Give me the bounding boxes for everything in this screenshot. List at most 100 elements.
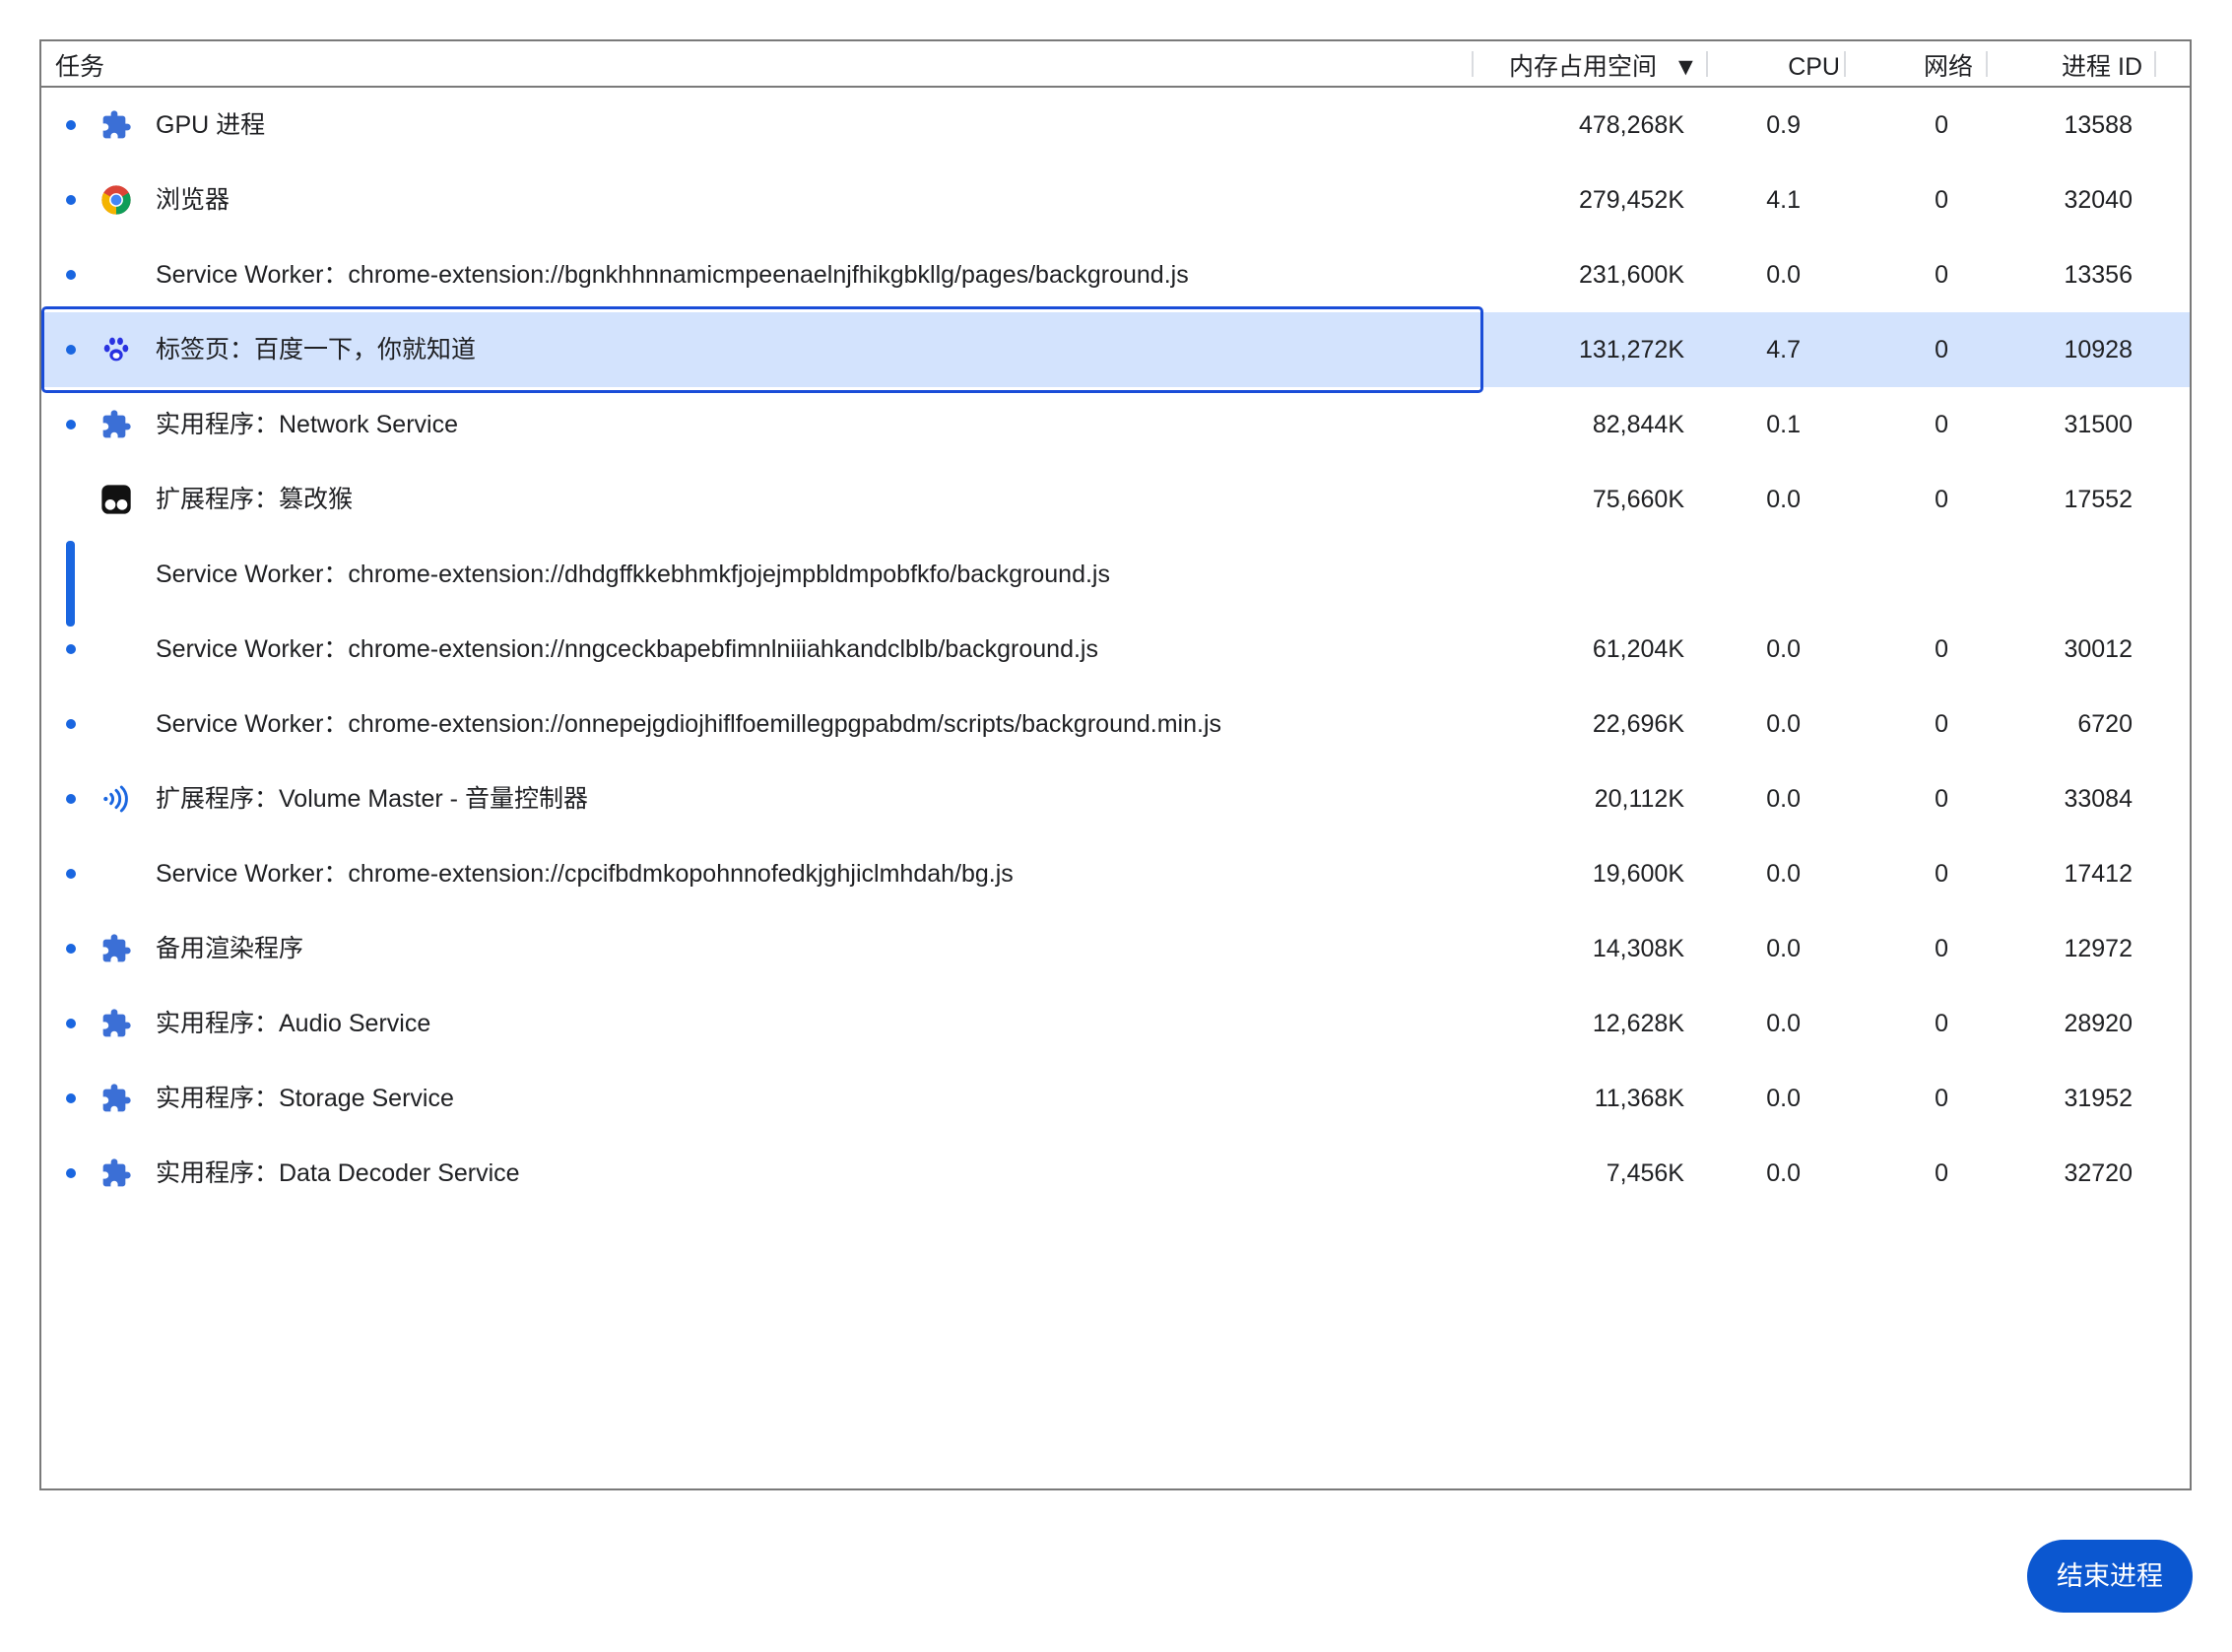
table-header: 任务 内存占用空间 ▼ CPU 网络 进程 ID (41, 41, 2190, 88)
task-name: 实用程序：Network Service (156, 411, 458, 438)
network-value: 0 (1935, 336, 1948, 363)
pid-value: 33084 (2064, 785, 2133, 813)
column-header-pid[interactable]: 进程 ID (2062, 41, 2142, 86)
process-dot (66, 1168, 76, 1178)
memory-value: 279,452K (1578, 186, 1684, 214)
task-name: 备用渲染程序 (156, 935, 304, 962)
network-value: 0 (1935, 1010, 1948, 1037)
task-row[interactable]: 备用渲染程序 14,308K 0.0 0 12972 (41, 911, 2190, 986)
process-dot (66, 270, 76, 280)
task-row[interactable]: Service Worker：chrome-extension://cpcifb… (41, 836, 2190, 911)
cpu-value: 0.9 (1766, 111, 1801, 139)
task-row[interactable]: 实用程序：Storage Service 11,368K 0.0 0 31952 (41, 1061, 2190, 1136)
tampermonkey-icon (100, 484, 132, 515)
memory-value: 231,600K (1578, 261, 1684, 289)
column-divider (1986, 51, 1988, 77)
network-value: 0 (1935, 186, 1948, 214)
task-name: 标签页：百度一下，你就知道 (156, 336, 477, 363)
task-name: 扩展程序：Volume Master - 音量控制器 (156, 785, 588, 813)
pid-value: 17552 (2064, 486, 2133, 513)
process-dot (66, 719, 76, 729)
volume-icon (100, 783, 132, 815)
sort-desc-icon: ▼ (1673, 53, 1698, 81)
network-value: 0 (1935, 860, 1948, 888)
network-value: 0 (1935, 785, 1948, 813)
column-header-cpu[interactable]: CPU (1788, 41, 1840, 86)
column-divider (1844, 51, 1846, 77)
puzzle-icon (100, 409, 132, 440)
cpu-value: 4.1 (1766, 186, 1801, 214)
memory-value: 14,308K (1592, 935, 1684, 962)
pid-value: 31952 (2064, 1085, 2133, 1112)
task-row[interactable]: 实用程序：Data Decoder Service 7,456K 0.0 0 3… (41, 1136, 2190, 1211)
task-name: Service Worker：chrome-extension://nngcec… (156, 635, 1098, 663)
cpu-value: 0.1 (1766, 411, 1801, 438)
end-process-button[interactable]: 结束进程 (2027, 1540, 2193, 1613)
network-value: 0 (1935, 935, 1948, 962)
column-header-task[interactable]: 任务 (55, 41, 104, 86)
network-value: 0 (1935, 1085, 1948, 1112)
task-row[interactable]: 扩展程序：篡改猴 75,660K 0.0 0 17552 (41, 462, 2190, 537)
process-dot (66, 644, 76, 654)
column-header-memory[interactable]: 内存占用空间 ▼ (1509, 41, 1698, 86)
memory-value: 75,660K (1592, 486, 1684, 513)
task-name: Service Worker：chrome-extension://dhdgff… (156, 561, 1110, 588)
memory-value: 61,204K (1592, 635, 1684, 663)
network-value: 0 (1935, 411, 1948, 438)
task-table: 任务 内存占用空间 ▼ CPU 网络 进程 ID GPU 进程 478,268K… (39, 39, 2192, 1490)
memory-value: 82,844K (1592, 411, 1684, 438)
task-row[interactable]: 扩展程序：Volume Master - 音量控制器 20,112K 0.0 0… (41, 761, 2190, 836)
cpu-value: 0.0 (1766, 785, 1801, 813)
cpu-value: 0.0 (1766, 486, 1801, 513)
puzzle-icon (100, 1157, 132, 1189)
process-dot (66, 944, 76, 954)
baidu-paw-icon (100, 334, 132, 365)
column-divider (1472, 51, 1474, 77)
task-name: 扩展程序：篡改猴 (156, 486, 354, 513)
pid-value: 32720 (2064, 1159, 2133, 1187)
process-dot (66, 345, 76, 355)
memory-value: 11,368K (1594, 1085, 1684, 1112)
memory-value: 7,456K (1606, 1159, 1684, 1187)
task-row[interactable]: Service Worker：chrome-extension://bgnkhh… (41, 237, 2190, 312)
process-dot (66, 420, 76, 430)
task-row[interactable]: Service Worker：chrome-extension://onnepe… (41, 687, 2190, 761)
puzzle-icon (100, 1008, 132, 1039)
puzzle-icon (100, 933, 132, 964)
pid-value: 6720 (2077, 710, 2133, 738)
task-name: Service Worker：chrome-extension://onnepe… (156, 710, 1222, 738)
column-header-memory-label: 内存占用空间 (1509, 53, 1658, 81)
pid-value: 13588 (2064, 111, 2133, 139)
pid-value: 12972 (2064, 935, 2133, 962)
task-row-selected[interactable]: 标签页：百度一下，你就知道 131,272K 4.7 0 10928 (41, 306, 2190, 393)
column-divider (1706, 51, 1708, 77)
memory-value: 131,272K (1578, 336, 1684, 363)
task-name: 实用程序：Data Decoder Service (156, 1159, 520, 1187)
task-name: 实用程序：Storage Service (156, 1085, 454, 1112)
memory-value: 19,600K (1592, 860, 1684, 888)
memory-value: 22,696K (1592, 710, 1684, 738)
memory-value: 20,112K (1594, 785, 1684, 813)
task-row[interactable]: Service Worker：chrome-extension://nngcec… (41, 612, 2190, 687)
pid-value: 30012 (2064, 635, 2133, 663)
process-dot (66, 195, 76, 205)
task-row[interactable]: GPU 进程 478,268K 0.9 0 13588 (41, 88, 2190, 163)
process-dot (66, 120, 76, 130)
task-row[interactable]: 实用程序：Audio Service 12,628K 0.0 0 28920 (41, 986, 2190, 1061)
network-value: 0 (1935, 486, 1948, 513)
task-row[interactable]: 实用程序：Network Service 82,844K 0.1 0 31500 (41, 387, 2190, 462)
column-header-network[interactable]: 网络 (1924, 41, 1973, 86)
memory-value: 12,628K (1592, 1010, 1684, 1037)
pid-value: 10928 (2064, 336, 2133, 363)
column-divider (2154, 51, 2156, 77)
network-value: 0 (1935, 261, 1948, 289)
chrome-icon (100, 184, 132, 216)
pid-value: 28920 (2064, 1010, 2133, 1037)
cpu-value: 0.0 (1766, 1085, 1801, 1112)
cpu-value: 0.0 (1766, 1159, 1801, 1187)
cpu-value: 0.0 (1766, 1010, 1801, 1037)
task-row[interactable]: Service Worker：chrome-extension://dhdgff… (41, 537, 2190, 612)
memory-value: 478,268K (1578, 111, 1684, 139)
puzzle-icon (100, 1083, 132, 1114)
task-row[interactable]: 浏览器 279,452K 4.1 0 32040 (41, 163, 2190, 237)
